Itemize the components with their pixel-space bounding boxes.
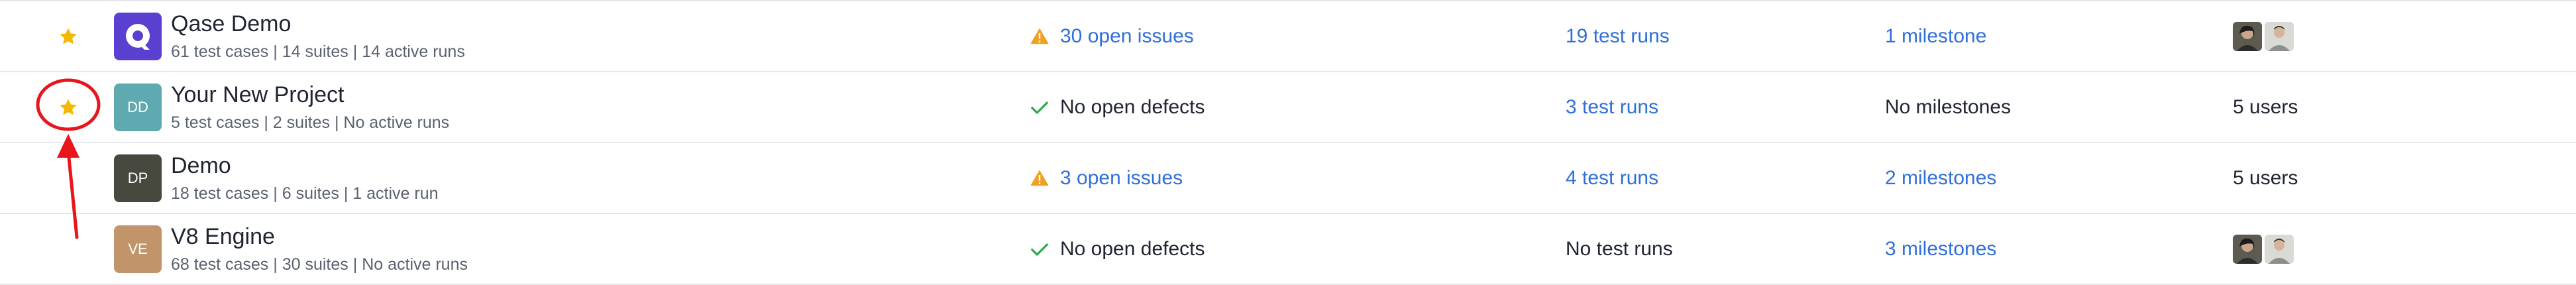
project-name-link[interactable]: Demo bbox=[171, 152, 231, 180]
users-count: 5 users bbox=[2233, 166, 2298, 189]
project-avatar-cell: DD bbox=[114, 72, 163, 142]
meta-separator: | bbox=[264, 113, 268, 132]
issues-cell: 30 open issues bbox=[1030, 1, 1194, 71]
meta-separator: | bbox=[273, 184, 278, 203]
test-runs-link[interactable]: 19 test runs bbox=[1566, 25, 1670, 48]
milestones-cell: 1 milestone bbox=[1885, 1, 1986, 71]
test-runs-status: No test runs bbox=[1566, 237, 1673, 260]
users-cell: 5 users bbox=[2233, 143, 2298, 213]
project-name-link[interactable]: Your New Project bbox=[171, 81, 344, 109]
test-cases-count: 68 test cases bbox=[171, 255, 269, 274]
project-avatar[interactable]: DD bbox=[114, 83, 162, 131]
test-runs-cell: No test runs bbox=[1566, 214, 1673, 284]
runs-count: 14 active runs bbox=[362, 42, 465, 61]
project-avatar-cell bbox=[114, 1, 163, 71]
project-meta: 5 test cases | 2 suites | No active runs bbox=[171, 111, 449, 134]
check-icon bbox=[1031, 243, 1048, 256]
open-issues-link[interactable]: 3 open issues bbox=[1060, 167, 1183, 190]
warning-icon bbox=[1030, 170, 1049, 186]
users-cell: 5 users bbox=[2233, 72, 2298, 142]
issues-cell: No open defects bbox=[1030, 214, 1205, 284]
test-cases-count: 5 test cases bbox=[171, 113, 260, 132]
user-avatar[interactable] bbox=[2265, 234, 2294, 264]
meta-separator: | bbox=[334, 113, 339, 132]
meta-separator: | bbox=[273, 255, 278, 274]
test-runs-cell: 4 test runs bbox=[1566, 143, 1658, 213]
issues-cell: 3 open issues bbox=[1030, 143, 1183, 213]
suites-count: 6 suites bbox=[282, 184, 339, 203]
project-info: Demo 18 test cases | 6 suites | 1 active… bbox=[171, 143, 439, 213]
runs-count: No active runs bbox=[343, 113, 450, 132]
milestones-cell: 2 milestones bbox=[1885, 143, 1996, 213]
user-avatars[interactable] bbox=[2233, 21, 2294, 51]
project-name-link[interactable]: V8 Engine bbox=[171, 223, 275, 251]
project-row[interactable]: DP Demo 18 test cases | 6 suites | 1 act… bbox=[0, 143, 2576, 214]
star-cell bbox=[52, 72, 85, 142]
users-cell bbox=[2233, 1, 2294, 71]
users-count: 5 users bbox=[2233, 95, 2298, 118]
project-info: V8 Engine 68 test cases | 30 suites | No… bbox=[171, 214, 468, 284]
project-avatar[interactable]: DP bbox=[114, 154, 162, 202]
open-issues-link[interactable]: 30 open issues bbox=[1060, 25, 1194, 48]
project-meta: 68 test cases | 30 suites | No active ru… bbox=[171, 253, 468, 276]
project-name-link[interactable]: Qase Demo bbox=[171, 10, 291, 38]
issues-cell: No open defects bbox=[1030, 72, 1205, 142]
star-cell bbox=[52, 143, 85, 213]
test-runs-link[interactable]: 3 test runs bbox=[1566, 96, 1658, 119]
user-avatars[interactable] bbox=[2233, 234, 2294, 264]
star-icon[interactable] bbox=[58, 97, 79, 118]
project-avatar[interactable]: VE bbox=[114, 225, 162, 273]
meta-separator: | bbox=[352, 255, 358, 274]
runs-count: 1 active run bbox=[352, 184, 439, 203]
milestones-link[interactable]: 3 milestones bbox=[1885, 238, 1996, 260]
suites-count: 14 suites bbox=[282, 42, 349, 61]
project-row[interactable]: VE V8 Engine 68 test cases | 30 suites |… bbox=[0, 214, 2576, 285]
user-avatar[interactable] bbox=[2233, 234, 2262, 264]
check-icon bbox=[1031, 101, 1048, 114]
milestones-cell: No milestones bbox=[1885, 72, 2011, 142]
suites-count: 30 suites bbox=[282, 255, 349, 274]
test-runs-cell: 19 test runs bbox=[1566, 1, 1670, 71]
suites-count: 2 suites bbox=[272, 113, 330, 132]
project-meta: 61 test cases | 14 suites | 14 active ru… bbox=[171, 40, 465, 63]
test-runs-link[interactable]: 4 test runs bbox=[1566, 167, 1658, 190]
warning-icon bbox=[1030, 28, 1049, 44]
meta-separator: | bbox=[352, 42, 358, 61]
runs-count: No active runs bbox=[362, 255, 468, 274]
users-cell bbox=[2233, 214, 2294, 284]
project-avatar-cell: DP bbox=[114, 143, 163, 213]
open-defects-status: No open defects bbox=[1060, 237, 1205, 260]
meta-separator: | bbox=[343, 184, 349, 203]
project-row[interactable]: Qase Demo 61 test cases | 14 suites | 14… bbox=[0, 0, 2576, 72]
milestones-link[interactable]: 1 milestone bbox=[1885, 25, 1986, 48]
milestones-link[interactable]: 2 milestones bbox=[1885, 167, 1996, 190]
star-cell bbox=[52, 1, 85, 71]
user-avatar[interactable] bbox=[2265, 21, 2294, 51]
user-avatar[interactable] bbox=[2233, 21, 2262, 51]
milestones-cell: 3 milestones bbox=[1885, 214, 1996, 284]
open-defects-status: No open defects bbox=[1060, 95, 1205, 118]
qase-logo-icon[interactable] bbox=[114, 12, 162, 60]
project-meta: 18 test cases | 6 suites | 1 active run bbox=[171, 182, 439, 205]
star-icon[interactable] bbox=[58, 26, 79, 47]
project-info: Your New Project 5 test cases | 2 suites… bbox=[171, 72, 449, 142]
project-row[interactable]: DD Your New Project 5 test cases | 2 sui… bbox=[0, 72, 2576, 143]
project-avatar-cell: VE bbox=[114, 214, 163, 284]
projects-table: Qase Demo 61 test cases | 14 suites | 14… bbox=[0, 0, 2576, 285]
milestones-status: No milestones bbox=[1885, 95, 2012, 118]
test-runs-cell: 3 test runs bbox=[1566, 72, 1658, 142]
project-info: Qase Demo 61 test cases | 14 suites | 14… bbox=[171, 1, 465, 71]
test-cases-count: 61 test cases bbox=[171, 42, 269, 61]
test-cases-count: 18 test cases bbox=[171, 184, 269, 203]
star-cell bbox=[52, 214, 85, 284]
meta-separator: | bbox=[273, 42, 278, 61]
